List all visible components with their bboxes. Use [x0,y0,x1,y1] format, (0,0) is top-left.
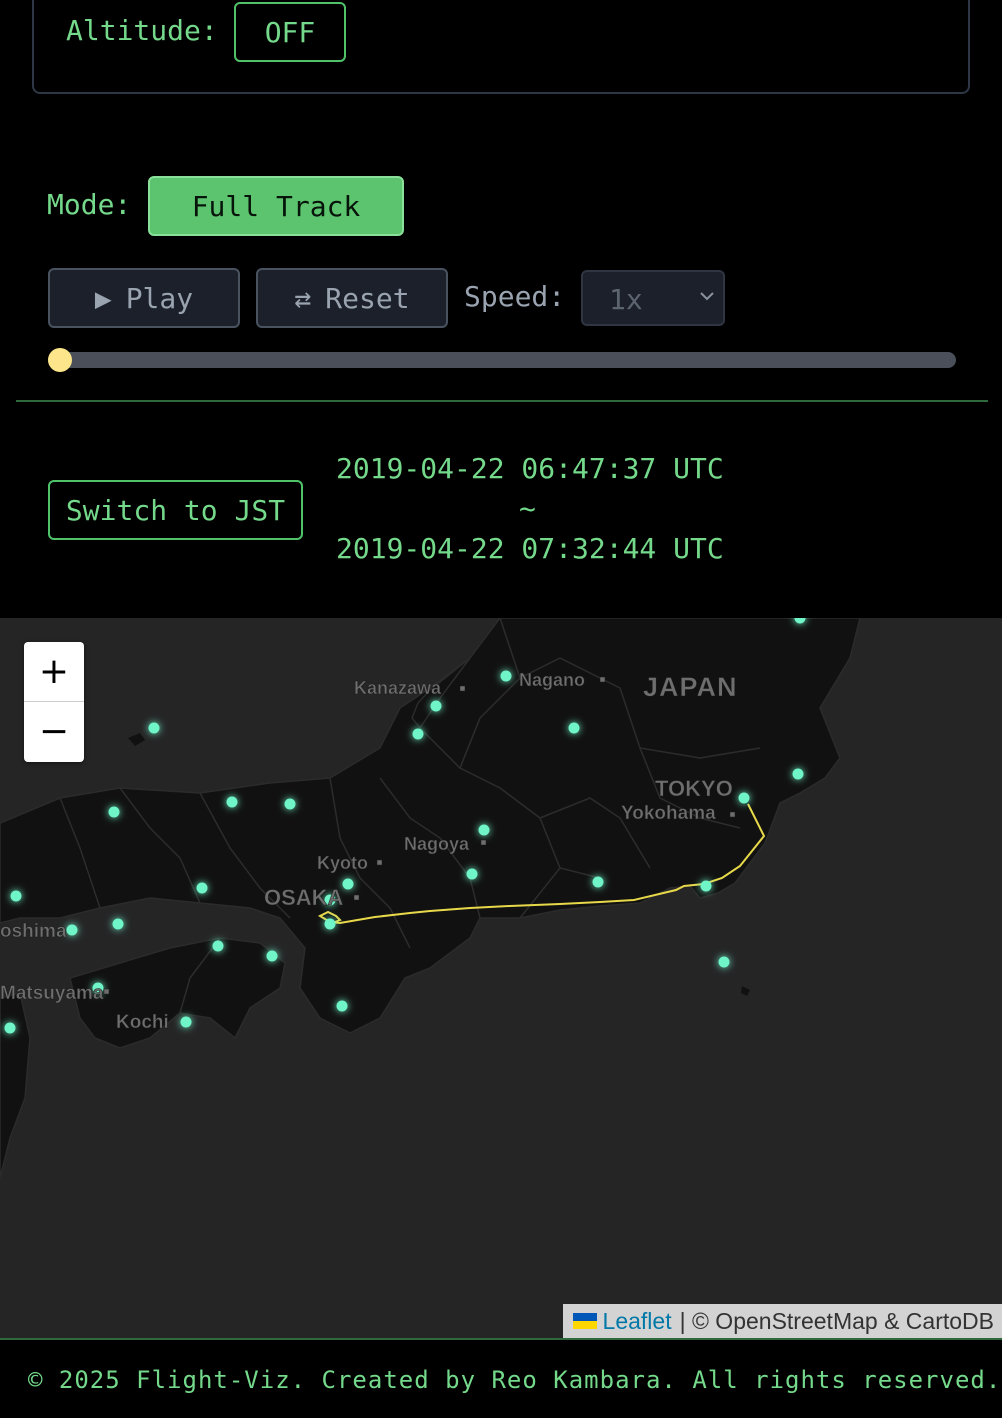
flight-map[interactable]: Kanazawa Nagano JAPAN TOKYO Yokohama Kyo… [0,618,1002,1338]
altitude-toggle-button[interactable]: OFF [234,2,346,62]
label-kanazawa: Kanazawa [354,678,442,698]
speed-label: Speed: [464,280,566,313]
play-icon: ▶ [94,281,112,315]
mode-label: Mode: [47,188,132,221]
speed-value: 1x [609,283,643,316]
label-nagoya: Nagoya [404,834,470,854]
label-osaka: OSAKA [264,885,344,910]
time-end: 2019-04-22 07:32:44 UTC [336,532,724,565]
label-kyoto: Kyoto [317,853,368,873]
time-start: 2019-04-22 06:47:37 UTC [336,452,724,485]
footer-copyright: © 2025 Flight-Viz. Created by Reo Kambar… [28,1366,1002,1394]
label-japan: JAPAN [643,672,738,702]
altitude-label: Altitude: [66,14,218,47]
reset-button[interactable]: ⇄ Reset [256,268,448,328]
zoom-in-button[interactable]: + [24,642,84,702]
label-kochi: Kochi [116,1012,169,1033]
label-nagano: Nagano [519,670,585,690]
map-attribution: Leaflet | © OpenStreetMap & CartoDB [562,1304,1002,1338]
zoom-control: + − [24,642,84,762]
leaflet-link[interactable]: Leaflet [603,1308,672,1335]
label-hiroshima: oshima [0,921,67,942]
play-button[interactable]: ▶ Play [48,268,240,328]
switch-timezone-button[interactable]: Switch to JST [48,480,303,540]
footer-divider [0,1338,1002,1340]
label-tokyo: TOKYO [655,776,733,801]
timeline-slider-track[interactable] [48,352,956,368]
reset-icon: ⇄ [294,281,312,315]
section-divider [16,400,988,402]
chevron-down-icon [700,292,714,301]
label-matsuyama: Matsuyama [0,983,104,1004]
speed-select[interactable]: 1x [581,270,725,326]
mode-button[interactable]: Full Track [148,176,404,236]
attribution-text: | © OpenStreetMap & CartoDB [679,1307,994,1334]
city-labels: Kanazawa Nagano JAPAN TOKYO Yokohama Kyo… [0,670,738,1034]
timeline-slider-thumb[interactable] [48,348,72,372]
ukraine-flag-icon [572,1313,597,1329]
reset-label: Reset [325,281,410,315]
label-yokohama: Yokohama [621,803,716,824]
zoom-out-button[interactable]: − [24,702,84,761]
play-label: Play [125,281,194,315]
time-separator: ~ [519,492,536,525]
